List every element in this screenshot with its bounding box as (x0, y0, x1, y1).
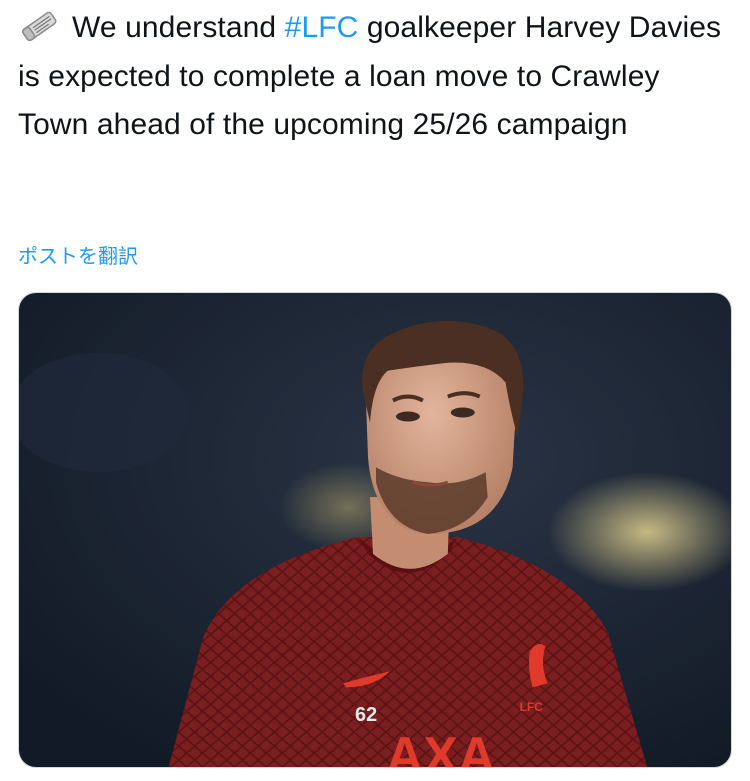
tweet-text: We understand #LFC goalkeeper Harvey Dav… (18, 4, 730, 150)
translate-post-link[interactable]: ポストを翻訳 (18, 242, 138, 270)
kit-number: 62 (355, 704, 377, 726)
rolled-newspaper-icon (18, 9, 60, 42)
tweet-text-part-1: We understand (72, 11, 285, 44)
player-photo: 62 LFC AXA (19, 293, 731, 767)
hashtag-link[interactable]: #LFC (285, 11, 359, 44)
tweet-photo[interactable]: 62 LFC AXA (18, 292, 732, 768)
badge-text: LFC (520, 700, 544, 714)
sponsor-text: AXA (386, 726, 495, 767)
